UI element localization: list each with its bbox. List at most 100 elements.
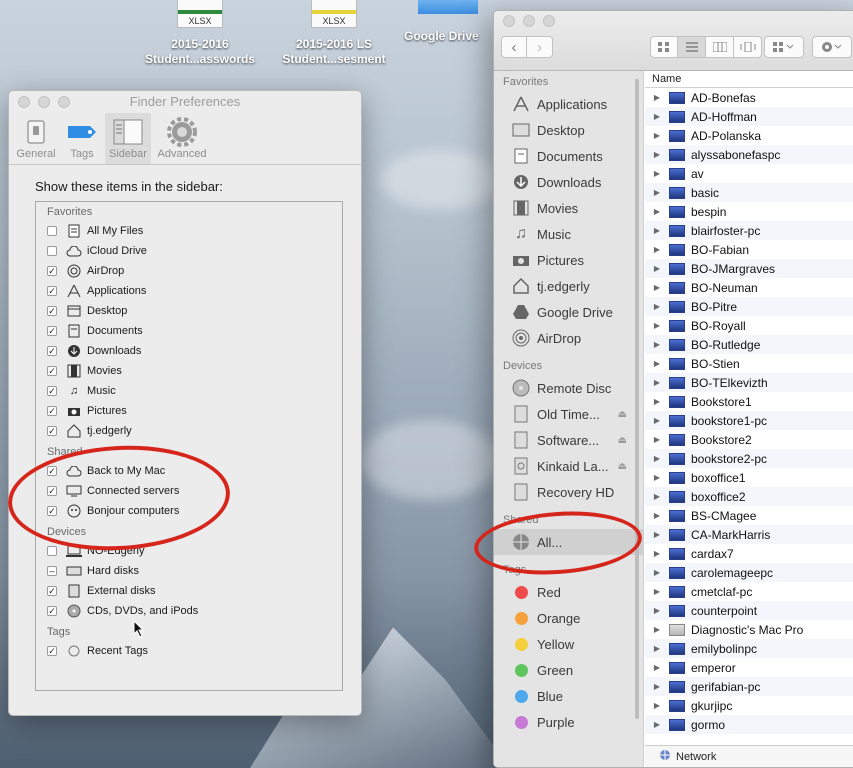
disclosure-triangle-icon[interactable]: ▶ <box>649 644 665 653</box>
eject-icon[interactable]: ⏏ <box>618 461 627 472</box>
disclosure-triangle-icon[interactable]: ▶ <box>649 625 665 634</box>
checkbox[interactable]: ✓ <box>47 646 57 656</box>
pref-row-documents[interactable]: ✓ Documents <box>47 321 342 341</box>
disclosure-triangle-icon[interactable]: ▶ <box>649 606 665 615</box>
zoom-button[interactable] <box>58 96 70 108</box>
disclosure-triangle-icon[interactable]: ▶ <box>649 93 665 102</box>
list-item[interactable]: ▶ AD-Polanska <box>645 126 853 145</box>
checkbox[interactable]: – <box>47 566 57 576</box>
checkbox[interactable] <box>47 546 57 556</box>
list-item[interactable]: ▶ AD-Bonefas <box>645 88 853 107</box>
sidebar-tag-blue[interactable]: Blue <box>494 683 643 709</box>
disclosure-triangle-icon[interactable]: ▶ <box>649 568 665 577</box>
list-item[interactable]: ▶ alyssabonefaspc <box>645 145 853 164</box>
sidebar-tag-purple[interactable]: Purple <box>494 709 643 735</box>
disclosure-triangle-icon[interactable]: ▶ <box>649 207 665 216</box>
desktop-google-drive[interactable]: Google Drive <box>398 0 498 44</box>
list-item[interactable]: ▶ CA-MarkHarris <box>645 525 853 544</box>
checkbox[interactable]: ✓ <box>47 266 57 276</box>
checkbox[interactable] <box>47 226 57 236</box>
disclosure-triangle-icon[interactable]: ▶ <box>649 283 665 292</box>
list-item[interactable]: ▶ BO-Rutledge <box>645 335 853 354</box>
list-item[interactable]: ▶ BO-JMargraves <box>645 259 853 278</box>
disclosure-triangle-icon[interactable]: ▶ <box>649 682 665 691</box>
pref-row-all-my-files[interactable]: All My Files <box>47 221 342 241</box>
list-item[interactable]: ▶ boxoffice1 <box>645 468 853 487</box>
pref-row-external-disks[interactable]: ✓ External disks <box>47 581 342 601</box>
disclosure-triangle-icon[interactable]: ▶ <box>649 378 665 387</box>
list-item[interactable]: ▶ BO-Stien <box>645 354 853 373</box>
sidebar-item-recovery-hd[interactable]: Recovery HD <box>494 479 643 505</box>
sidebar-item-music[interactable]: ♫ Music <box>494 221 643 247</box>
pref-row-hard-disks[interactable]: – Hard disks <box>47 561 342 581</box>
desktop-file-1[interactable]: XLSX 2015-2016 Student...asswords <box>130 0 270 67</box>
forward-button[interactable]: › <box>527 36 553 58</box>
list-item[interactable]: ▶ carolemageepc <box>645 563 853 582</box>
list-item[interactable]: ▶ av <box>645 164 853 183</box>
sidebar-item-device-2[interactable]: Old Time... ⏏ <box>494 401 643 427</box>
disclosure-triangle-icon[interactable]: ▶ <box>649 340 665 349</box>
sidebar-item-downloads[interactable]: Downloads <box>494 169 643 195</box>
sidebar-item-applications[interactable]: Applications <box>494 91 643 117</box>
sidebar-item-desktop[interactable]: Desktop <box>494 117 643 143</box>
list-item[interactable]: ▶ Bookstore2 <box>645 430 853 449</box>
list-item[interactable]: ▶ BO-Royall <box>645 316 853 335</box>
list-item[interactable]: ▶ basic <box>645 183 853 202</box>
list-item[interactable]: ▶ boxoffice2 <box>645 487 853 506</box>
checkbox[interactable]: ✓ <box>47 426 57 436</box>
tab-advanced[interactable]: Advanced <box>151 113 213 164</box>
disclosure-triangle-icon[interactable]: ▶ <box>649 587 665 596</box>
sidebar-tag-yellow[interactable]: Yellow <box>494 631 643 657</box>
checkbox[interactable]: ✓ <box>47 406 57 416</box>
checkbox[interactable]: ✓ <box>47 286 57 296</box>
pref-row-desktop[interactable]: ✓ Desktop <box>47 301 342 321</box>
pref-row-music[interactable]: ✓ ♫ Music <box>47 381 342 401</box>
close-button[interactable] <box>503 15 515 27</box>
tab-sidebar[interactable]: Sidebar <box>105 113 151 164</box>
close-button[interactable] <box>18 96 30 108</box>
icon-view-button[interactable] <box>650 36 678 58</box>
disclosure-triangle-icon[interactable]: ▶ <box>649 188 665 197</box>
disclosure-triangle-icon[interactable]: ▶ <box>649 473 665 482</box>
eject-icon[interactable]: ⏏ <box>618 409 627 420</box>
disclosure-triangle-icon[interactable]: ▶ <box>649 663 665 672</box>
list-item[interactable]: ▶ gerifabian-pc <box>645 677 853 696</box>
list-item[interactable]: ▶ bookstore1-pc <box>645 411 853 430</box>
disclosure-triangle-icon[interactable]: ▶ <box>649 416 665 425</box>
sidebar-item-pictures[interactable]: Pictures <box>494 247 643 273</box>
list-item[interactable]: ▶ AD-Hoffman <box>645 107 853 126</box>
checkbox[interactable]: ✓ <box>47 386 57 396</box>
action-gear-button[interactable] <box>812 36 852 58</box>
sidebar-item-documents[interactable]: Documents <box>494 143 643 169</box>
disclosure-triangle-icon[interactable]: ▶ <box>649 454 665 463</box>
pref-row-icloud-drive[interactable]: iCloud Drive <box>47 241 342 261</box>
disclosure-triangle-icon[interactable]: ▶ <box>649 397 665 406</box>
disclosure-triangle-icon[interactable]: ▶ <box>649 530 665 539</box>
column-header-name[interactable]: Name <box>645 71 853 88</box>
pref-row-airdrop[interactable]: ✓ AirDrop <box>47 261 342 281</box>
checkbox[interactable]: ✓ <box>47 586 57 596</box>
pref-row-downloads[interactable]: ✓ Downloads <box>47 341 342 361</box>
disclosure-triangle-icon[interactable]: ▶ <box>649 245 665 254</box>
disclosure-triangle-icon[interactable]: ▶ <box>649 112 665 121</box>
sidebar-item-device-3[interactable]: Software... ⏏ <box>494 427 643 453</box>
list-item[interactable]: ▶ Diagnostic's Mac Pro <box>645 620 853 639</box>
checkbox[interactable]: ✓ <box>47 366 57 376</box>
pref-row-cds-dvds[interactable]: ✓ CDs, DVDs, and iPods <box>47 601 342 621</box>
pref-row-home[interactable]: ✓ tj.edgerly <box>47 421 342 441</box>
list-item[interactable]: ▶ Bookstore1 <box>645 392 853 411</box>
pref-row-movies[interactable]: ✓ Movies <box>47 361 342 381</box>
zoom-button[interactable] <box>543 15 555 27</box>
list-item[interactable]: ▶ cardax7 <box>645 544 853 563</box>
checkbox[interactable]: ✓ <box>47 306 57 316</box>
list-item[interactable]: ▶ bookstore2-pc <box>645 449 853 468</box>
sidebar-item-device-4[interactable]: Kinkaid La... ⏏ <box>494 453 643 479</box>
list-view-button[interactable] <box>678 36 706 58</box>
sidebar-tag-green[interactable]: Green <box>494 657 643 683</box>
disclosure-triangle-icon[interactable]: ▶ <box>649 302 665 311</box>
list-item[interactable]: ▶ bespin <box>645 202 853 221</box>
checkbox[interactable]: ✓ <box>47 326 57 336</box>
checkbox[interactable]: ✓ <box>47 346 57 356</box>
column-view-button[interactable] <box>706 36 734 58</box>
disclosure-triangle-icon[interactable]: ▶ <box>649 549 665 558</box>
